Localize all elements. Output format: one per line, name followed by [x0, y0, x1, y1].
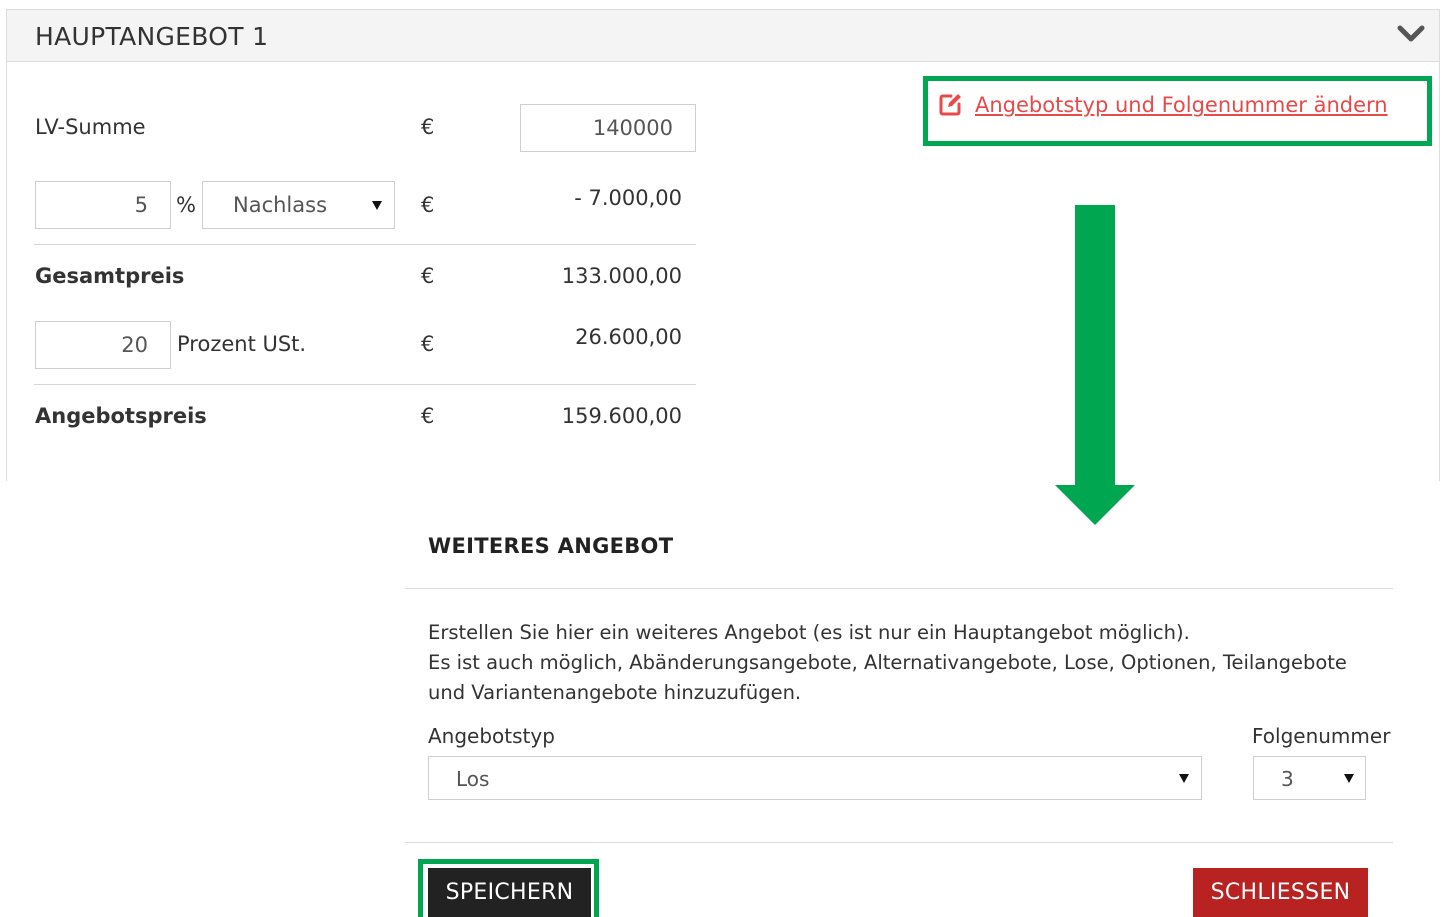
gesamtpreis-amount: 133.000,00: [561, 264, 682, 288]
modal-description-line: Es ist auch möglich, Abänderungsangebote…: [428, 651, 1347, 704]
lv-summe-currency: €: [421, 115, 435, 139]
folgenummer-label: Folgenummer: [1252, 724, 1391, 748]
discount-type-select[interactable]: Nachlass: [202, 181, 395, 229]
caret-down-icon: [1179, 774, 1189, 783]
lv-summe-label: LV-Summe: [35, 115, 146, 139]
edit-link-label: Angebotstyp und Folgenummer ändern: [975, 93, 1388, 117]
save-button[interactable]: SPEICHERN: [428, 868, 591, 917]
modal-title: WEITERES ANGEBOT: [428, 534, 674, 558]
modal-footer-divider: [405, 842, 1393, 843]
edit-offer-type-link[interactable]: Angebotstyp und Folgenummer ändern: [937, 92, 1388, 118]
caret-down-icon: [372, 201, 382, 210]
modal-description: Erstellen Sie hier ein weiteres Angebot …: [428, 618, 1388, 708]
modal-header-divider: [405, 588, 1393, 589]
folgenummer-select[interactable]: 3: [1253, 756, 1366, 800]
vat-amount: 26.600,00: [575, 325, 682, 349]
angebotstyp-value: Los: [456, 767, 490, 791]
lv-summe-input[interactable]: 140000: [520, 104, 696, 152]
caret-down-icon: [1344, 774, 1354, 783]
angebotspreis-label: Angebotspreis: [35, 404, 207, 428]
gesamtpreis-currency: €: [421, 264, 435, 288]
discount-percent-input[interactable]: 5: [35, 181, 171, 229]
edit-icon: [939, 94, 961, 116]
modal-description-line: Erstellen Sie hier ein weiteres Angebot …: [428, 621, 1190, 644]
panel-header[interactable]: HAUPTANGEBOT 1: [7, 9, 1439, 62]
panel-title: HAUPTANGEBOT 1: [35, 22, 269, 51]
vat-currency: €: [421, 332, 435, 356]
divider: [34, 244, 696, 245]
discount-currency: €: [421, 193, 435, 217]
divider: [34, 384, 696, 385]
discount-amount: - 7.000,00: [574, 186, 682, 210]
arrow-shaft: [1075, 205, 1115, 487]
angebotspreis-amount: 159.600,00: [561, 404, 682, 428]
folgenummer-value: 3: [1281, 767, 1294, 791]
chevron-down-icon[interactable]: [1397, 22, 1425, 46]
arrow-head: [1055, 485, 1135, 525]
angebotspreis-currency: €: [421, 404, 435, 428]
discount-type-value: Nachlass: [233, 193, 328, 217]
vat-percent-input[interactable]: 20: [35, 321, 171, 369]
gesamtpreis-label: Gesamtpreis: [35, 264, 185, 288]
close-button[interactable]: SCHLIESSEN: [1193, 868, 1368, 917]
vat-label: Prozent USt.: [177, 332, 307, 356]
angebotstyp-select[interactable]: Los: [428, 756, 1202, 800]
angebotstyp-label: Angebotstyp: [428, 724, 555, 748]
percent-sign: %: [176, 193, 196, 217]
